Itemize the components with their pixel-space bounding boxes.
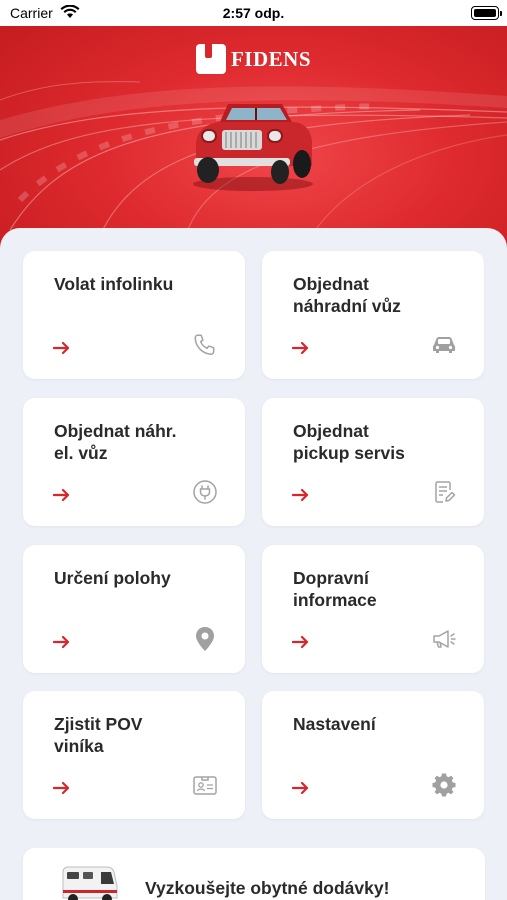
red-car-illustration [193, 104, 313, 191]
tile-order-pickup-service[interactable]: Objednat pickup servis [262, 398, 484, 526]
ev-plug-icon [191, 478, 219, 506]
arrow-right-icon [53, 781, 70, 795]
tile-label: Objednat náhradní vůz [293, 274, 401, 316]
status-bar: Carrier 2:57 odp. [0, 0, 507, 26]
arrow-right-icon [53, 488, 70, 502]
camper-van-promo[interactable]: Vyzkoušejte obytné dodávky! [23, 848, 485, 900]
arrow-right-icon [292, 488, 309, 502]
id-card-icon [191, 771, 219, 799]
car-icon [430, 331, 458, 359]
tile-order-replacement-car[interactable]: Objednat náhradní vůz [262, 251, 484, 379]
arrow-right-icon [292, 635, 309, 649]
tile-label: Určení polohy [54, 568, 171, 588]
tile-label: Objednat náhr. el. vůz [54, 421, 177, 463]
megaphone-icon [430, 625, 458, 653]
status-time: 2:57 odp. [222, 5, 285, 21]
header-banner: FIDENS [0, 0, 507, 260]
tile-label: Objednat pickup servis [293, 421, 405, 463]
tile-label: Nastavení [293, 714, 376, 734]
camper-van-image [62, 866, 118, 900]
arrow-right-icon [292, 341, 309, 355]
tile-label: Dopravní informace [293, 568, 377, 610]
gear-icon [430, 771, 458, 799]
location-pin-icon [191, 625, 219, 653]
battery-icon [471, 6, 502, 20]
tile-call-infoline[interactable]: Volat infolinku [23, 251, 245, 379]
arrow-right-icon [53, 635, 70, 649]
brand-name: FIDENS [230, 46, 312, 71]
arrow-right-icon [53, 341, 70, 355]
document-edit-icon [430, 478, 458, 506]
tile-label: Volat infolinku [54, 274, 174, 294]
fidens-logo-mark [195, 44, 226, 74]
promo-label: Vyzkoušejte obytné dodávky! [145, 878, 390, 898]
fidens-logo: FIDENS [0, 44, 507, 74]
tile-check-insurance[interactable]: Zjistit POV viníka [23, 691, 245, 819]
tile-settings[interactable]: Nastavení [262, 691, 484, 819]
tile-location[interactable]: Určení polohy [23, 545, 245, 673]
arrow-right-icon [292, 781, 309, 795]
tile-traffic-info[interactable]: Dopravní informace [262, 545, 484, 673]
tile-label: Zjistit POV viníka [54, 714, 143, 756]
tile-order-replacement-ev[interactable]: Objednat náhr. el. vůz [23, 398, 245, 526]
phone-icon [191, 331, 219, 359]
